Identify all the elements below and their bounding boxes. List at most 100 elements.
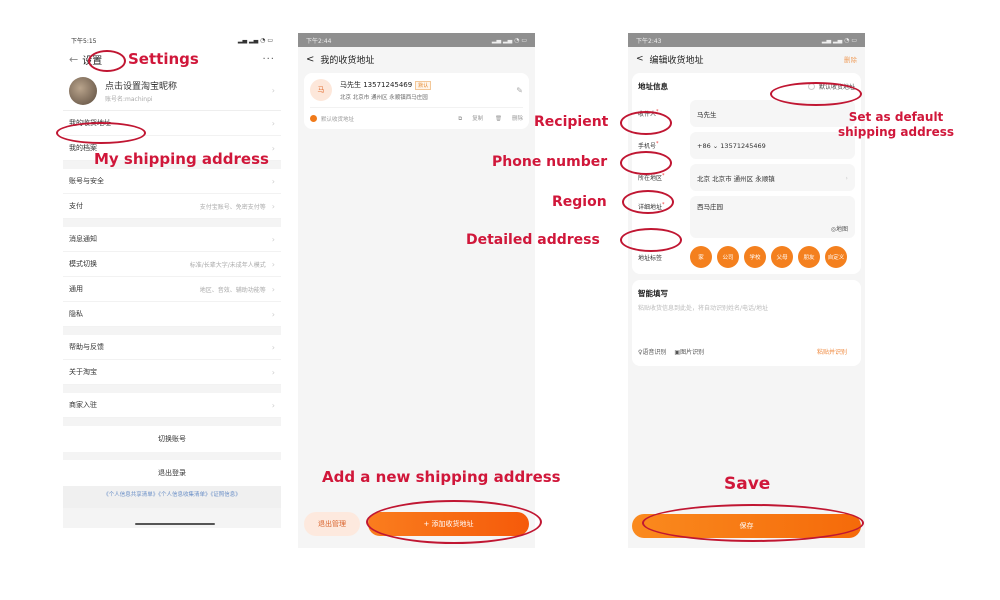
detail-input[interactable]: 西马庄园 ◎地图 [690, 196, 855, 238]
chevron-right-icon: › [271, 259, 275, 269]
address-avatar: 马 [310, 79, 332, 101]
map-button[interactable]: ◎地图 [831, 224, 848, 233]
avatar [69, 76, 97, 105]
delete-button[interactable]: 🗑 删除 [495, 116, 523, 122]
phone-label: 手机号 [638, 143, 657, 150]
default-checkbox[interactable] [310, 115, 317, 122]
edit-address-screen: 下午2:43 ▂▄ ▂▄ ◔ ▭ < 编辑收货地址 删除 地址信息 默认收货地址… [628, 33, 865, 548]
chevron-right-icon: › [271, 367, 275, 377]
default-label: 默认收货地址 [321, 116, 355, 123]
chevron-right-icon: › [271, 400, 275, 410]
tag-company[interactable]: 公司 [717, 246, 739, 268]
chevron-right-icon: › [271, 284, 275, 294]
settings-item-account-security[interactable]: 账号与安全 › [63, 169, 281, 194]
item-label: 模式切换 [69, 260, 97, 268]
item-sub: 标准/长辈大字/未成年人模式 [189, 261, 266, 269]
profile-name: 点击设置淘宝昵称 [105, 81, 178, 92]
chevron-right-icon: › [271, 234, 275, 244]
annotation-circle-phone [620, 151, 672, 175]
chevron-right-icon: › [271, 176, 275, 186]
address-card[interactable]: 马 马先生 13571245469 默认 北京 北京市 通州区 永顺镇西马庄园 ✎… [304, 73, 529, 129]
region-select[interactable]: 北京 北京市 通州区 永顺镇 › [690, 164, 855, 191]
section-title: 地址信息 [638, 81, 668, 91]
chevron-right-icon: › [271, 309, 275, 319]
image-recognition-button[interactable]: ▣图片识别 [674, 347, 704, 356]
settings-item-merchant[interactable]: 商家入驻 › [63, 393, 281, 418]
annotation-set-default-line1: Set as default [848, 110, 944, 124]
item-sub: 支付宝账号、免密支付等 [199, 203, 266, 211]
settings-item-privacy[interactable]: 隐私 › [63, 302, 281, 327]
page-title: 我的收货地址 [320, 55, 375, 66]
annotation-circle-shipping [56, 122, 146, 144]
policy-links[interactable]: 《个人信息共享清单》《个人信息收集清单》《证照信息》 [63, 486, 281, 508]
address-detail: 北京 北京市 通州区 永顺镇西马庄园 [340, 94, 428, 101]
status-bar: 下午2:44 ▂▄ ▂▄ ◔ ▭ [298, 33, 535, 47]
annotation-recipient: Recipient [534, 114, 609, 130]
item-label: 支付 [69, 202, 83, 210]
annotation-circle-default [770, 82, 862, 106]
smart-fill-input[interactable]: 粘贴收货信息到此处，将自动识别姓名/电话/地址 [638, 303, 855, 312]
chevron-right-icon: › [845, 173, 848, 182]
back-arrow-icon[interactable]: ← [69, 53, 78, 66]
annotation-phone: Phone number [492, 154, 608, 170]
phone-field: 手机号* +86 ⌄ 13571245469 [638, 132, 855, 159]
item-label: 隐私 [69, 310, 83, 318]
status-time: 下午5:15 [71, 37, 97, 45]
chevron-right-icon: › [271, 201, 275, 211]
smart-fill-card: 智能填写 粘贴收货信息到此处，将自动识别姓名/电话/地址 ♀语音识别 ▣图片识别… [632, 280, 861, 366]
more-icon[interactable]: ··· [262, 54, 275, 65]
annotation-set-default: Set as default shipping address [838, 110, 954, 140]
annotation-add-new: Add a new shipping address [322, 468, 561, 486]
item-label: 关于淘宝 [69, 368, 97, 376]
phone-input[interactable]: +86 ⌄ 13571245469 [690, 132, 855, 159]
logout-button[interactable]: 退出登录 [63, 460, 281, 486]
annotation-region: Region [552, 194, 607, 210]
delete-button[interactable]: 删除 [844, 54, 857, 64]
copy-button[interactable]: ⧉ 复制 [458, 116, 483, 122]
annotation-save: Save [724, 474, 771, 494]
back-icon[interactable]: < [636, 54, 644, 64]
profile-row[interactable]: 点击设置淘宝昵称 账号名:machinpi › [63, 71, 281, 111]
annotation-circle-settings [88, 50, 126, 72]
settings-screen: 下午5:15 ▂▄ ▂▄ ◔ ▭ ← 设置 ··· 点击设置淘宝昵称 账号名:m… [63, 33, 281, 528]
address-name-phone: 马先生 13571245469 [340, 80, 413, 89]
annotation-set-default-line2: shipping address [838, 125, 955, 139]
tag-friends[interactable]: 朋友 [798, 246, 820, 268]
chevron-right-icon: › [271, 143, 275, 153]
annotation-circle-recipient [620, 111, 672, 135]
settings-item-payment[interactable]: 支付 支付宝账号、免密支付等 › [63, 194, 281, 219]
annotation-settings: Settings [128, 50, 199, 68]
tag-parents[interactable]: 父母 [771, 246, 793, 268]
annotation-detailed: Detailed address [466, 232, 600, 248]
region-value: 北京 北京市 通州区 永顺镇 [697, 174, 775, 183]
nav-bar: < 我的收货地址 [298, 47, 535, 71]
settings-item-about[interactable]: 关于淘宝 › [63, 360, 281, 385]
nav-bar: < 编辑收货地址 删除 [628, 47, 865, 71]
status-time: 下午2:44 [306, 37, 332, 45]
status-time: 下午2:43 [636, 37, 662, 45]
item-sub: 地区、音效、辅助功能等 [199, 286, 266, 294]
annotation-circle-save [642, 504, 864, 542]
status-icons: ▂▄ ▂▄ ◔ ▭ [237, 36, 273, 44]
voice-recognition-button[interactable]: ♀语音识别 [638, 347, 666, 356]
settings-item-help[interactable]: 帮助与反馈 › [63, 335, 281, 360]
region-label: 所在地区 [638, 175, 663, 182]
tag-school[interactable]: 学校 [744, 246, 766, 268]
edit-icon[interactable]: ✎ [516, 86, 523, 95]
exit-manage-button[interactable]: 退出管理 [304, 512, 360, 536]
delete-label: 删除 [511, 116, 523, 122]
tag-custom[interactable]: 自定义 [825, 246, 847, 268]
settings-item-general[interactable]: 通用 地区、音效、辅助功能等 › [63, 277, 281, 302]
annotation-circle-detail [620, 228, 682, 252]
status-icons: ▂▄ ▂▄ ◔ ▭ [821, 36, 857, 44]
paste-recognize-button[interactable]: 粘贴并识别 [817, 347, 847, 356]
tags-label: 地址标签 [638, 254, 663, 262]
status-bar: 下午2:43 ▂▄ ▂▄ ◔ ▭ [628, 33, 865, 47]
profile-account: 账号名:machinpi [105, 95, 153, 103]
switch-account-button[interactable]: 切换账号 [63, 426, 281, 452]
item-label: 通用 [69, 285, 83, 293]
back-icon[interactable]: < [306, 54, 314, 65]
settings-item-notifications[interactable]: 消息通知 › [63, 227, 281, 252]
tag-home[interactable]: 家 [690, 246, 712, 268]
settings-item-mode[interactable]: 模式切换 标准/长辈大字/未成年人模式 › [63, 252, 281, 277]
